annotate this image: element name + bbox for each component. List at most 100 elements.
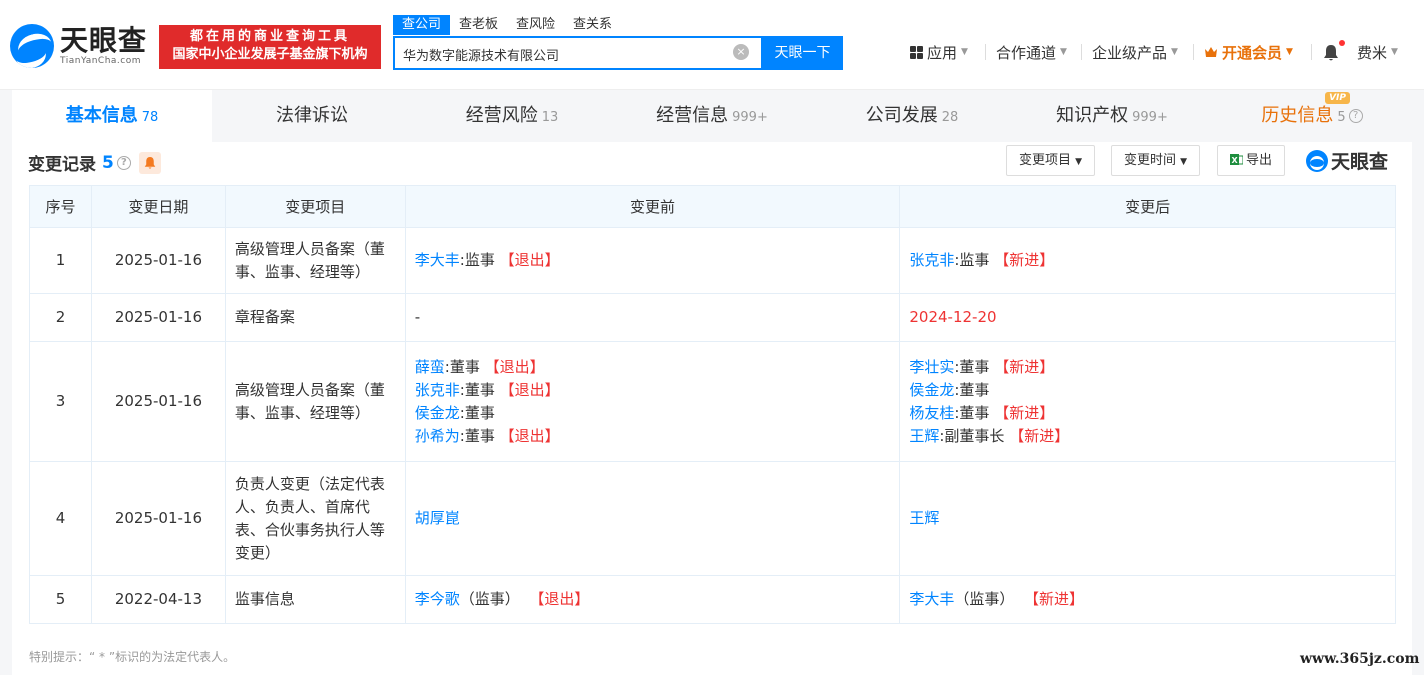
person-link[interactable]: 李今歌 — [415, 590, 460, 608]
person-link[interactable]: 侯金龙 — [415, 404, 460, 422]
before-cell: 李大丰:监事 【退出】 — [404, 227, 901, 294]
slogan-banner: 都在用的商业查询工具 国家中小企业发展子基金旗下机构 — [159, 25, 381, 69]
person-link[interactable]: 孙希为 — [415, 427, 460, 445]
top-header: 天眼查 TianYanCha.com 都在用的商业查询工具 国家中小企业发展子基… — [0, 0, 1424, 90]
enter-tag: 【新进】 — [994, 357, 1055, 376]
person-link[interactable]: 薛蛮 — [415, 358, 445, 376]
logo-text: 天眼查 — [60, 24, 148, 57]
enter-tag: 【新进】 — [994, 251, 1055, 269]
exit-tag: 【退出】 — [499, 426, 560, 445]
table-row: 5 2022-04-13 监事信息 李今歌（监事） 【退出】 李大丰（监事） 【… — [29, 575, 1396, 624]
chevron-down-icon: ▼ — [1060, 47, 1067, 57]
clear-icon[interactable]: × — [733, 44, 749, 60]
tab-history[interactable]: VIP 历史信息 5? — [1212, 90, 1412, 142]
crown-icon — [1205, 47, 1217, 57]
after-cell: 李壮实:董事 【新进】 侯金龙:董事 杨友桂:董事 【新进】 王辉:副董事长 【… — [899, 341, 1396, 462]
logo-icon — [10, 24, 54, 68]
site-logo[interactable]: 天眼查 TianYanCha.com — [10, 24, 147, 68]
tab-litigation[interactable]: 法律诉讼 — [212, 90, 412, 142]
main-tabs: 基本信息 78 法律诉讼 经营风险 13 经营信息 999+ 公司发展 28 知识产权 9… — [12, 90, 1412, 142]
tab-operating-info[interactable]: 经营信息 999+ — [612, 90, 812, 142]
monitor-button[interactable] — [138, 151, 161, 174]
change-record-table: 序号 变更日期 变更项目 变更前 变更后 1 2025-01-16 高级管理人员… — [29, 185, 1396, 624]
table-row: 3 2025-01-16 高级管理人员备案（董事、监事、经理等） 薛蛮:董事 【… — [29, 341, 1396, 462]
table-header-row: 序号 变更日期 变更项目 变更前 变更后 — [29, 185, 1396, 228]
footnote: 特别提示：“ * ”标识的为法定代表人。 — [29, 650, 236, 664]
export-button[interactable]: X 导出 — [1217, 145, 1286, 176]
nav-divider — [1081, 44, 1082, 60]
before-cell: 胡厚崑 — [404, 461, 901, 576]
filter-change-item-dropdown[interactable]: 变更项目 ▼ — [1006, 145, 1096, 176]
search-tab-risk[interactable]: 查风险 — [507, 15, 564, 35]
nav-enterprise[interactable]: 企业级产品 ▼ — [1092, 42, 1178, 62]
after-cell: 王辉 — [899, 461, 1396, 576]
col-header: 变更项目 — [224, 185, 406, 228]
chevron-down-icon: ▼ — [1391, 47, 1398, 57]
after-cell: 2024-12-20 — [899, 293, 1396, 342]
search-input[interactable]: 华为数字能源技术有限公司 — [393, 36, 763, 70]
col-header: 变更后 — [899, 185, 1396, 228]
apps-icon — [910, 45, 923, 59]
logo-icon — [1306, 149, 1328, 172]
enter-tag: 【新进】 — [994, 403, 1055, 422]
tab-operating-risk[interactable]: 经营风险 13 — [412, 90, 612, 142]
change-record-panel: 变更记录 5 ? 变更项目 ▼ 变更时间 ▼ X 导出 天眼查 序号 变更日期 变… — [12, 142, 1412, 675]
person-link[interactable]: 张克非 — [415, 381, 460, 399]
col-header: 序号 — [29, 185, 92, 228]
help-icon[interactable]: ? — [116, 155, 131, 170]
tab-ip[interactable]: 知识产权 999+ — [1012, 90, 1212, 142]
tab-basic-info[interactable]: 基本信息 78 — [12, 90, 212, 142]
bell-icon — [144, 156, 156, 169]
person-link[interactable]: 王辉 — [909, 427, 939, 445]
search-button[interactable]: 天眼一下 — [762, 36, 843, 70]
table-row: 4 2025-01-16 负责人变更（法定代表人、负责人、首席代表、合伙事务执行… — [29, 461, 1396, 576]
vip-badge: VIP — [1325, 92, 1350, 104]
help-icon[interactable]: ? — [1348, 109, 1363, 123]
person-link[interactable]: 李大丰 — [909, 590, 954, 608]
record-count: 5 — [102, 152, 114, 173]
search-tab-boss[interactable]: 查老板 — [450, 15, 507, 35]
chevron-down-icon: ▼ — [961, 47, 968, 57]
search-type-tabs: 查公司 查老板 查风险 查关系 — [393, 15, 621, 35]
exit-tag: 【退出】 — [499, 251, 560, 269]
before-cell: 薛蛮:董事 【退出】 张克非:董事 【退出】 侯金龙:董事 孙希为:董事 【退出… — [404, 341, 901, 462]
nav-divider — [985, 44, 986, 60]
exit-tag: 【退出】 — [484, 357, 545, 376]
enter-tag: 【新进】 — [1009, 426, 1070, 445]
chevron-down-icon: ▼ — [1286, 47, 1293, 57]
nav-apps[interactable]: 应用 ▼ — [910, 42, 968, 62]
notification-dot — [1339, 40, 1345, 46]
search-tab-relation[interactable]: 查关系 — [564, 15, 621, 35]
nav-divider — [1193, 44, 1194, 60]
logo-domain: TianYanCha.com — [60, 56, 142, 66]
table-row: 2 2025-01-16 章程备案 - 2024-12-20 — [29, 293, 1396, 342]
person-link[interactable]: 李壮实 — [909, 358, 954, 376]
user-menu[interactable]: 费米 ▼ — [1357, 42, 1398, 62]
person-link[interactable]: 李大丰 — [415, 251, 460, 269]
brand-logo: 天眼查 — [1306, 147, 1388, 174]
person-link[interactable]: 胡厚崑 — [415, 509, 460, 527]
exit-tag: 【退出】 — [499, 380, 560, 399]
person-link[interactable]: 侯金龙 — [909, 381, 954, 399]
col-header: 变更前 — [404, 185, 901, 228]
watermark: www.365jz.com — [1300, 651, 1420, 667]
person-link[interactable]: 王辉 — [909, 509, 939, 527]
excel-icon: X — [1230, 154, 1244, 165]
nav-vip[interactable]: 开通会员 ▼ — [1204, 42, 1293, 62]
tab-development[interactable]: 公司发展 28 — [812, 90, 1012, 142]
after-cell: 张克非:监事 【新进】 — [899, 227, 1396, 294]
chevron-down-icon: ▼ — [1171, 47, 1178, 57]
bell-icon[interactable] — [1323, 44, 1339, 62]
svg-text:X: X — [1232, 156, 1239, 165]
before-cell: - — [404, 293, 901, 342]
before-cell: 李今歌（监事） 【退出】 — [404, 575, 901, 624]
filter-change-time-dropdown[interactable]: 变更时间 ▼ — [1111, 145, 1201, 176]
enter-tag: 【新进】 — [1023, 590, 1084, 608]
person-link[interactable]: 张克非 — [909, 251, 954, 269]
search-tab-company[interactable]: 查公司 — [393, 15, 451, 35]
exit-tag: 【退出】 — [529, 590, 590, 608]
nav-channel[interactable]: 合作通道 ▼ — [996, 42, 1067, 62]
col-header: 变更日期 — [90, 185, 226, 228]
person-link[interactable]: 杨友桂 — [909, 404, 954, 422]
section-title: 变更记录 5 ? — [28, 150, 161, 175]
